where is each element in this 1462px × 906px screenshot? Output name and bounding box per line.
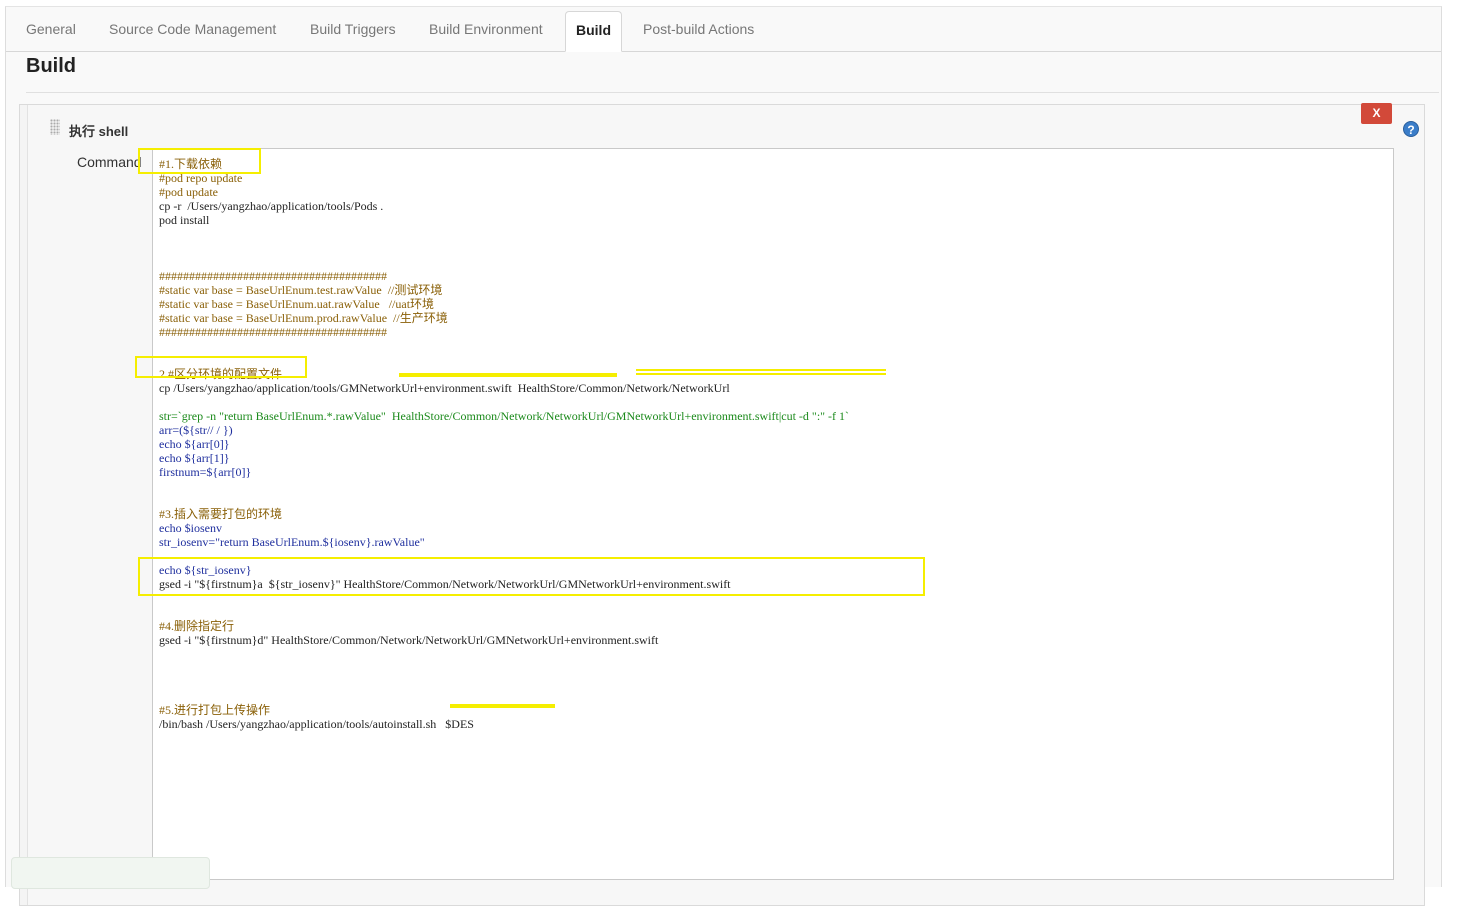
code-line: gsed -i "${firstnum}d" HealthStore/Commo… bbox=[159, 633, 659, 647]
code-line: str_iosenv="return BaseUrlEnum.${iosenv}… bbox=[159, 535, 425, 549]
code-line: cp -r /Users/yangzhao/application/tools/… bbox=[159, 199, 384, 213]
code-line: echo $iosenv bbox=[159, 521, 222, 535]
tab-post-build-actions[interactable]: Post-build Actions bbox=[633, 11, 764, 51]
code-line: echo ${arr[0]} bbox=[159, 437, 230, 451]
section-title: Build bbox=[26, 55, 76, 77]
delete-step-button[interactable]: X bbox=[1361, 103, 1392, 124]
command-code: #1.下载依赖 #pod repo update #pod update cp -r … bbox=[159, 157, 849, 731]
code-line: firstnum=${arr[0]} bbox=[159, 465, 252, 479]
highlight-box bbox=[135, 356, 307, 378]
question-circle-icon[interactable]: ? bbox=[1403, 121, 1419, 137]
tab-build[interactable]: Build bbox=[565, 11, 622, 52]
highlight-underline bbox=[399, 373, 617, 377]
code-line: arr=(${str// / }) bbox=[159, 423, 233, 437]
code-line: ###################################### bbox=[159, 269, 387, 283]
code-line: #4.删除指定行 bbox=[159, 619, 235, 633]
tab-build-triggers[interactable]: Build Triggers bbox=[300, 11, 406, 51]
code-line: #1.下载依赖 bbox=[159, 157, 223, 171]
config-tabs: General Source Code Management Build Tri… bbox=[6, 11, 1441, 52]
build-step-body: 执行 shell X ? Command #1.下载依赖 #pod repo up… bbox=[27, 103, 1424, 905]
code-line: echo ${arr[1]} bbox=[159, 451, 230, 465]
command-label: Command bbox=[77, 154, 142, 170]
command-textarea[interactable]: #1.下载依赖 #pod repo update #pod update cp -r … bbox=[152, 148, 1394, 880]
tab-general[interactable]: General bbox=[16, 11, 86, 51]
build-step-container: 执行 shell X ? Command #1.下载依赖 #pod repo up… bbox=[19, 103, 1425, 906]
tab-build-environment[interactable]: Build Environment bbox=[419, 11, 553, 51]
drag-handle-icon[interactable] bbox=[50, 119, 60, 135]
highlight-box bbox=[138, 148, 261, 174]
code-line: pod install bbox=[159, 213, 210, 227]
code-line: #static var base = BaseUrlEnum.test.rawV… bbox=[159, 283, 443, 297]
code-line: /bin/bash /Users/yangzhao/application/to… bbox=[159, 717, 474, 731]
highlight-underline bbox=[450, 704, 555, 708]
build-step-title: 执行 shell bbox=[69, 124, 129, 139]
code-line: ###################################### bbox=[159, 325, 387, 339]
code-line: #pod repo update bbox=[159, 171, 243, 185]
code-line: str=`grep -n "return BaseUrlEnum.*.rawVa… bbox=[159, 409, 850, 423]
section-divider bbox=[26, 92, 1439, 93]
highlight-box bbox=[138, 557, 925, 596]
job-config-panel: General Source Code Management Build Tri… bbox=[5, 6, 1442, 906]
code-line: #pod update bbox=[159, 185, 218, 199]
code-line: #static var base = BaseUrlEnum.uat.rawVa… bbox=[159, 297, 435, 311]
highlight-underline bbox=[636, 369, 886, 375]
code-line: #3.插入需要打包的环境 bbox=[159, 507, 283, 521]
code-line: cp /Users/yangzhao/application/tools/GMN… bbox=[159, 381, 730, 395]
code-line: #static var base = BaseUrlEnum.prod.rawV… bbox=[159, 311, 448, 325]
tab-source-code-management[interactable]: Source Code Management bbox=[99, 11, 286, 51]
status-panel bbox=[11, 857, 210, 889]
